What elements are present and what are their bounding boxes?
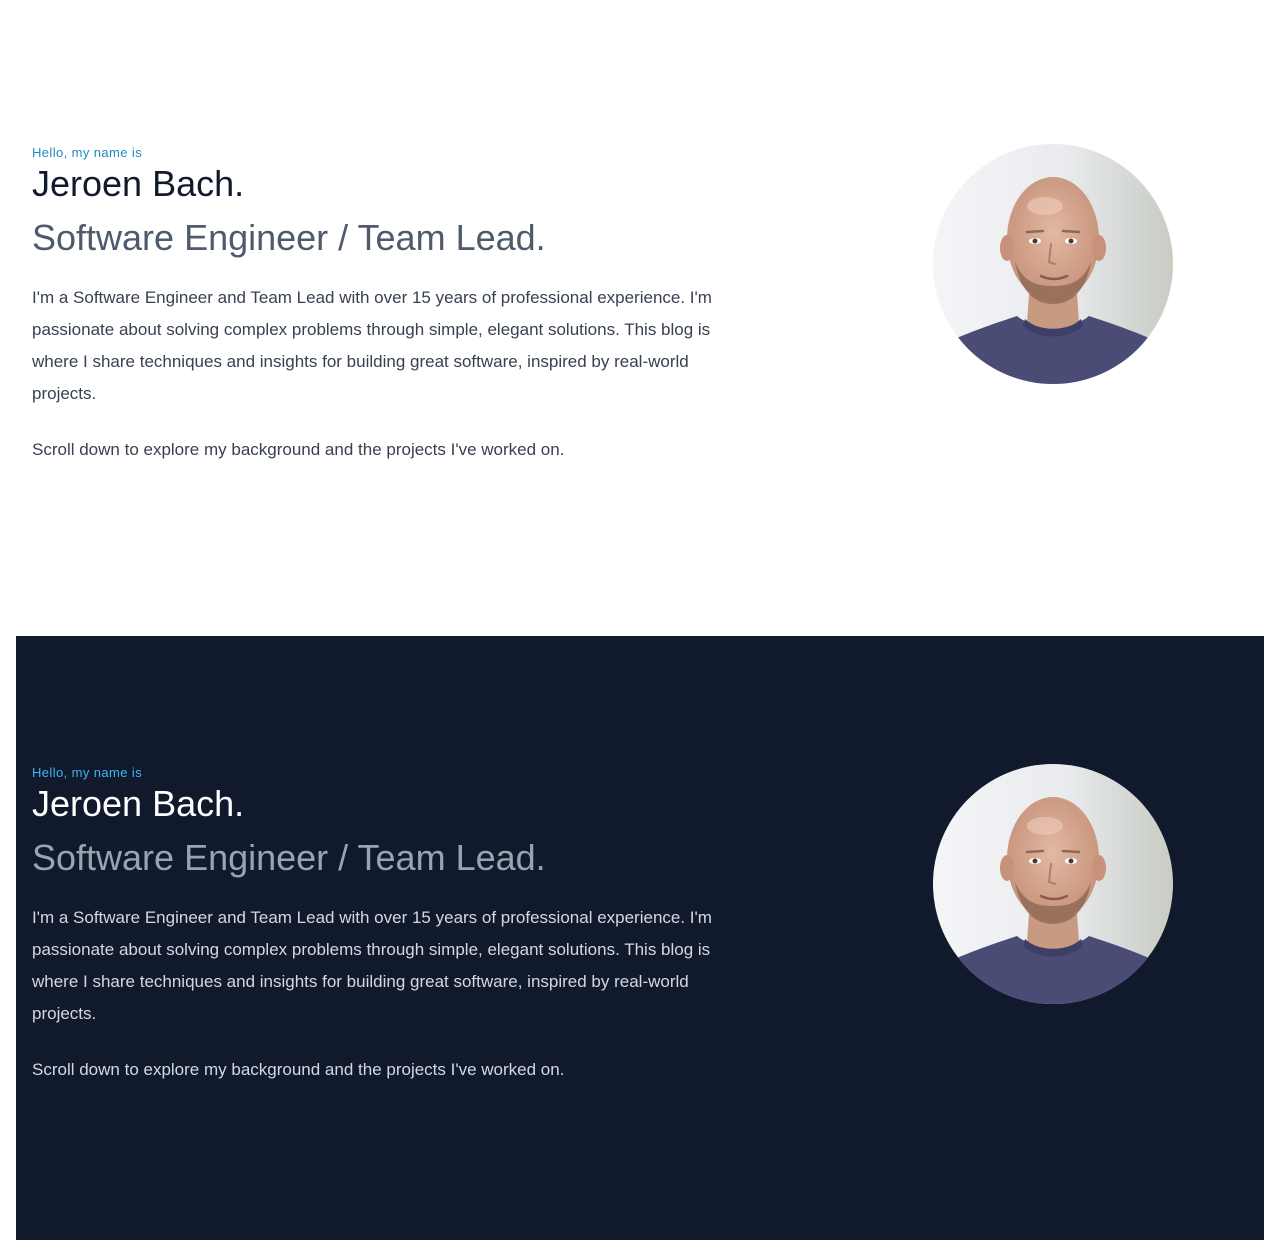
intro-paragraph: I'm a Software Engineer and Team Lead wi… — [32, 908, 712, 1023]
person-name: Jeroen Bach. — [32, 163, 245, 204]
hero-content: Hello, my name is Jeroen Bach. Software … — [32, 764, 752, 1086]
greeting-text: Hello, my name is — [32, 765, 143, 780]
hero-light: Hello, my name is Jeroen Bach. Software … — [0, 0, 1280, 620]
intro-paragraph: I'm a Software Engineer and Team Lead wi… — [32, 288, 712, 403]
scroll-hint-text: Scroll down to explore my background and… — [32, 440, 565, 459]
greeting-text: Hello, my name is — [32, 145, 143, 160]
job-title: Software Engineer / Team Lead. — [32, 217, 546, 258]
scroll-hint-text: Scroll down to explore my background and… — [32, 1060, 565, 1079]
hero-dark: Hello, my name is Jeroen Bach. Software … — [16, 636, 1264, 1240]
person-name: Jeroen Bach. — [32, 783, 245, 824]
hero-content: Hello, my name is Jeroen Bach. Software … — [32, 144, 752, 466]
job-title: Software Engineer / Team Lead. — [32, 837, 546, 878]
profile-photo — [933, 144, 1173, 384]
profile-photo — [933, 764, 1173, 1004]
